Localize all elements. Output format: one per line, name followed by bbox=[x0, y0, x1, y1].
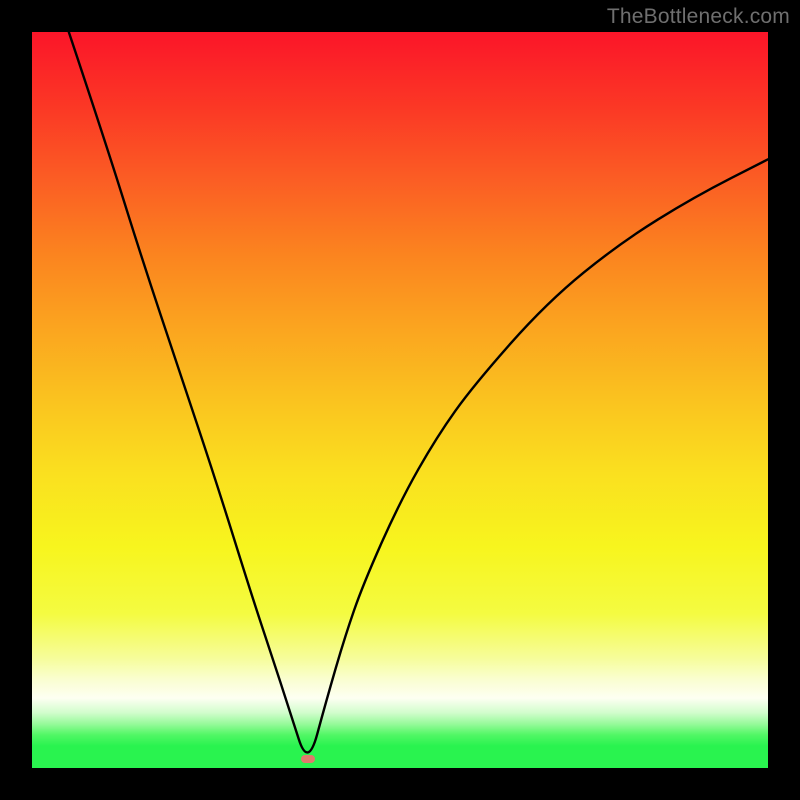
watermark-text: TheBottleneck.com bbox=[607, 5, 790, 29]
bottleneck-curve bbox=[32, 32, 768, 768]
optimum-marker bbox=[301, 755, 315, 763]
plot-area bbox=[32, 32, 768, 768]
chart-frame: TheBottleneck.com bbox=[0, 0, 800, 800]
